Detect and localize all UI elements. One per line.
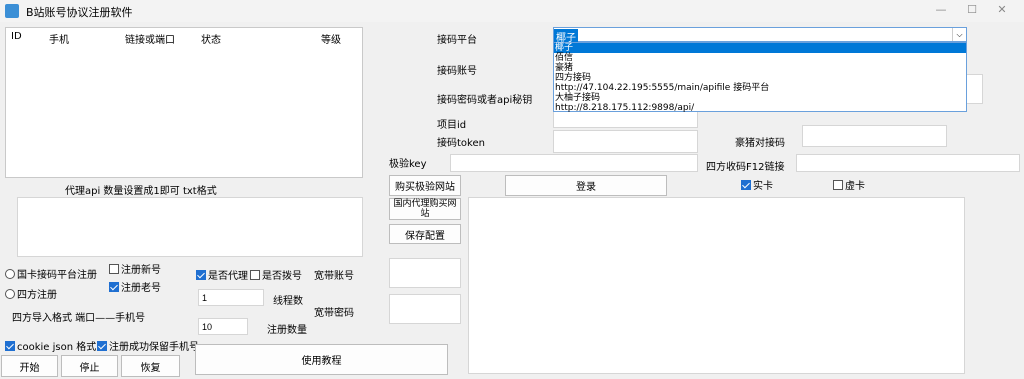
checkbox-indicator xyxy=(109,263,119,274)
token-label: 接码token xyxy=(437,138,485,149)
start-button[interactable]: 开始 xyxy=(1,355,58,377)
cookie-json-checkbox[interactable]: cookie json 格式 xyxy=(5,338,96,353)
real-card-label: 实卡 xyxy=(753,181,773,192)
dropdown-option[interactable]: 四方接码 xyxy=(554,73,966,83)
broadband-password-input[interactable] xyxy=(389,294,461,324)
col-phone: 手机 xyxy=(49,35,69,46)
register-count-label: 注册数量 xyxy=(267,325,307,336)
platform-dropdown[interactable]: 椰子 ⌵ xyxy=(553,27,967,44)
dropdown-option[interactable]: 椰子 xyxy=(554,43,966,53)
register-new-label: 注册新号 xyxy=(121,265,161,276)
dropdown-option[interactable]: 大柚子接码 xyxy=(554,93,966,103)
save-config-button[interactable]: 保存配置 xyxy=(389,224,461,244)
log-output-area[interactable] xyxy=(468,197,965,374)
checkbox-indicator xyxy=(109,281,119,292)
jiyan-key-label: 极验key xyxy=(389,159,427,170)
use-dial-label: 是否拨号 xyxy=(262,271,302,282)
register-count-input[interactable] xyxy=(198,318,248,335)
proxy-api-textarea[interactable] xyxy=(17,197,363,257)
checkbox-indicator xyxy=(833,179,843,190)
platform-dropdown-list: 椰子 佰信 豪猪 四方接码 http://47.104.22.195:5555/… xyxy=(553,42,967,113)
register-old-label: 注册老号 xyxy=(121,283,161,294)
radio-indicator xyxy=(5,288,15,299)
broadband-account-label: 宽带账号 xyxy=(314,271,354,282)
checkbox-indicator xyxy=(250,269,260,280)
use-proxy-label: 是否代理 xyxy=(208,271,248,282)
buy-proxy-button[interactable]: 国内代理购买网站 xyxy=(389,198,461,220)
guoka-register-label: 国卡接码平台注册 xyxy=(17,270,97,281)
stop-button[interactable]: 停止 xyxy=(61,355,118,377)
app-icon xyxy=(5,4,19,18)
resume-button[interactable]: 恢复 xyxy=(121,355,180,377)
title-bar xyxy=(0,0,1024,22)
account-table[interactable] xyxy=(5,27,363,178)
platform-label: 接码平台 xyxy=(437,35,477,46)
jiyan-key-input[interactable] xyxy=(450,154,698,172)
col-level: 等级 xyxy=(321,35,341,46)
password-label: 接码密码或者api秘钥 xyxy=(437,95,533,106)
register-old-checkbox[interactable]: 注册老号 xyxy=(109,279,161,294)
close-button[interactable]: ✕ xyxy=(982,3,1022,19)
dropdown-option[interactable]: http://8.218.175.112:9898/api/ xyxy=(554,103,966,113)
keep-phone-label: 注册成功保留手机号 xyxy=(109,342,199,353)
login-button[interactable]: 登录 xyxy=(505,175,667,196)
virtual-card-label: 虚卡 xyxy=(845,181,865,192)
col-link-port: 链接或端口 xyxy=(125,35,175,46)
keep-phone-checkbox[interactable]: 注册成功保留手机号 xyxy=(97,338,199,353)
sifang-register-label: 四方注册 xyxy=(17,290,57,301)
account-label: 接码账号 xyxy=(437,66,477,77)
use-proxy-checkbox[interactable]: 是否代理 xyxy=(196,267,248,282)
checkbox-indicator xyxy=(196,269,206,280)
checkbox-indicator xyxy=(741,179,751,190)
password-input[interactable] xyxy=(966,74,983,104)
sifang-f12-input[interactable] xyxy=(796,154,1020,172)
window-title: B站账号协议注册软件 xyxy=(26,6,133,19)
col-status: 状态 xyxy=(201,35,221,46)
haozhu-input[interactable] xyxy=(802,125,947,147)
guoka-register-radio[interactable]: 国卡接码平台注册 xyxy=(5,266,97,281)
checkbox-indicator xyxy=(97,340,107,351)
use-dial-checkbox[interactable]: 是否拨号 xyxy=(250,267,302,282)
real-card-checkbox[interactable]: 实卡 xyxy=(741,177,773,192)
register-new-checkbox[interactable]: 注册新号 xyxy=(109,261,161,276)
col-id: ID xyxy=(11,31,22,42)
chevron-down-icon[interactable]: ⌵ xyxy=(952,28,966,41)
radio-indicator xyxy=(5,268,15,279)
project-id-label: 项目id xyxy=(437,120,467,131)
proxy-api-label: 代理api 数量设置成1即可 txt格式 xyxy=(65,186,217,197)
threads-label: 线程数 xyxy=(273,296,303,307)
broadband-account-input[interactable] xyxy=(389,258,461,288)
sifang-f12-label: 四方收码F12链接 xyxy=(706,162,785,173)
threads-input[interactable] xyxy=(198,289,264,306)
tutorial-button[interactable]: 使用教程 xyxy=(195,344,448,375)
sifang-register-radio[interactable]: 四方注册 xyxy=(5,286,57,301)
virtual-card-checkbox[interactable]: 虚卡 xyxy=(833,177,865,192)
haozhu-label: 豪猪对接码 xyxy=(735,138,785,149)
broadband-password-label: 宽带密码 xyxy=(314,308,354,319)
dropdown-option[interactable]: http://47.104.22.195:5555/main/apifile 接… xyxy=(554,83,966,93)
dropdown-option[interactable]: 豪猪 xyxy=(554,63,966,73)
buy-jiyan-button[interactable]: 购买极验网站 xyxy=(389,175,461,196)
cookie-json-label: cookie json 格式 xyxy=(17,342,97,353)
checkbox-indicator xyxy=(5,340,15,351)
token-input[interactable] xyxy=(553,130,698,153)
sifang-format-label: 四方导入格式 端口——手机号 xyxy=(12,313,146,324)
dropdown-option[interactable]: 佰信 xyxy=(554,53,966,63)
